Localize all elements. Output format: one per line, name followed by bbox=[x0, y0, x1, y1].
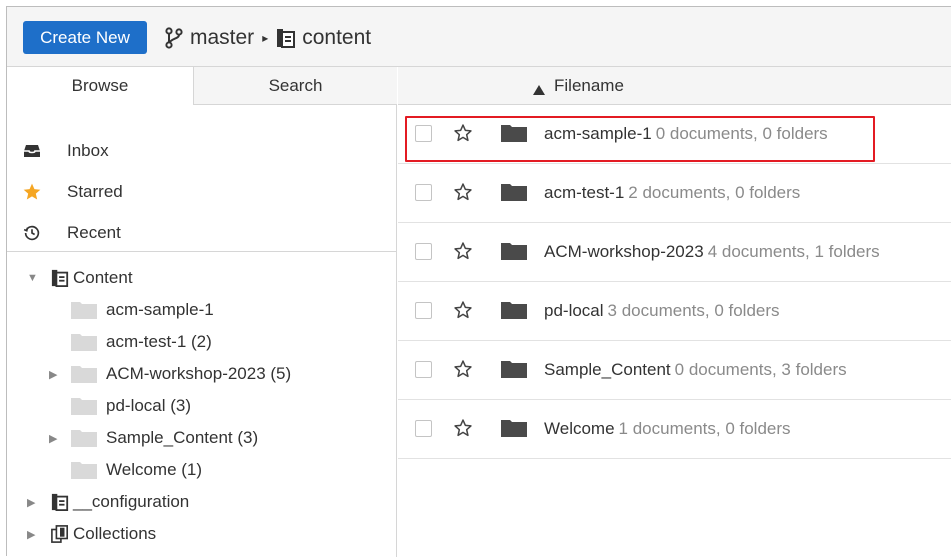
row-checkbox[interactable] bbox=[415, 184, 432, 201]
table-row[interactable]: pd-local 3 documents, 0 folders bbox=[398, 282, 951, 341]
tree-node-folder[interactable]: ▶ ACM-workshop-2023 (5) bbox=[49, 359, 389, 389]
breadcrumb-branch[interactable]: master bbox=[190, 26, 254, 50]
top-toolbar: Create New master ▸ content bbox=[7, 7, 951, 67]
sidebar: Browse Search Inbox Starred Recent ▼ Con… bbox=[7, 67, 397, 557]
row-checkbox[interactable] bbox=[415, 302, 432, 319]
caret-right-icon[interactable]: ▶ bbox=[27, 528, 39, 541]
content-repo-icon bbox=[51, 492, 69, 512]
tree-node-folder[interactable]: acm-sample-1 bbox=[49, 295, 389, 325]
collections-icon bbox=[51, 524, 69, 544]
tree-node-label: acm-sample-1 bbox=[106, 300, 214, 319]
folder-icon bbox=[501, 183, 527, 206]
row-meta: 1 documents, 0 folders bbox=[618, 419, 791, 438]
row-filename[interactable]: ACM-workshop-2023 bbox=[544, 242, 704, 261]
sidebar-item-label: Recent bbox=[67, 223, 121, 242]
table-row[interactable]: Sample_Content 0 documents, 3 folders bbox=[398, 341, 951, 400]
tree-node-configuration[interactable]: ▶ __configuration bbox=[27, 487, 387, 517]
breadcrumb-separator: ▸ bbox=[262, 30, 269, 45]
table-row[interactable]: Welcome 1 documents, 0 folders bbox=[398, 400, 951, 459]
sidebar-item-recent[interactable]: Recent bbox=[7, 213, 397, 253]
tree-node-folder[interactable]: pd-local (3) bbox=[49, 391, 389, 421]
content-repo-icon bbox=[276, 27, 296, 49]
folder-icon bbox=[501, 301, 527, 324]
tree-node-label: Sample_Content (3) bbox=[106, 428, 259, 447]
folder-icon bbox=[501, 419, 527, 442]
branch-icon bbox=[164, 26, 184, 49]
folder-icon bbox=[71, 301, 97, 319]
tree-node-label: acm-test-1 (2) bbox=[106, 332, 212, 351]
sidebar-item-label: Inbox bbox=[67, 141, 109, 160]
tree-node-label: __configuration bbox=[73, 492, 190, 511]
row-filename[interactable]: Sample_Content bbox=[544, 360, 671, 379]
tree-node-folder[interactable]: ▶ Sample_Content (3) bbox=[49, 423, 389, 453]
sidebar-tabs: Browse Search bbox=[7, 67, 397, 105]
folder-icon bbox=[71, 333, 97, 351]
app-window: Create New master ▸ content Browse Searc… bbox=[6, 6, 951, 557]
row-meta: 0 documents, 0 folders bbox=[655, 124, 828, 143]
tree-node-label: ACM-workshop-2023 (5) bbox=[106, 364, 292, 383]
row-checkbox[interactable] bbox=[415, 243, 432, 260]
star-outline-icon[interactable] bbox=[453, 182, 473, 207]
row-filename[interactable]: pd-local bbox=[544, 301, 604, 320]
table-row[interactable]: acm-sample-1 0 documents, 0 folders bbox=[398, 105, 951, 164]
folder-icon bbox=[71, 365, 97, 383]
row-filename[interactable]: acm-sample-1 bbox=[544, 124, 652, 143]
breadcrumb: master ▸ content bbox=[164, 21, 371, 54]
sidebar-divider bbox=[7, 251, 397, 252]
row-meta: 3 documents, 0 folders bbox=[607, 301, 780, 320]
folder-icon bbox=[501, 360, 527, 383]
sidebar-item-starred[interactable]: Starred bbox=[7, 172, 397, 212]
caret-right-icon[interactable]: ▶ bbox=[49, 432, 61, 445]
table-row[interactable]: ACM-workshop-2023 4 documents, 1 folders bbox=[398, 223, 951, 282]
inbox-icon bbox=[21, 140, 43, 162]
content-repo-icon bbox=[51, 268, 69, 288]
tree-node-folder[interactable]: Welcome (1) bbox=[49, 455, 389, 485]
folder-icon bbox=[71, 397, 97, 415]
row-checkbox[interactable] bbox=[415, 125, 432, 142]
create-new-button[interactable]: Create New bbox=[23, 21, 147, 54]
row-checkbox[interactable] bbox=[415, 420, 432, 437]
row-meta: 2 documents, 0 folders bbox=[628, 183, 801, 202]
tree-node-content[interactable]: ▼ Content bbox=[27, 263, 387, 293]
tab-browse[interactable]: Browse bbox=[7, 67, 194, 105]
star-outline-icon[interactable] bbox=[453, 418, 473, 443]
sort-ascending-icon bbox=[533, 80, 545, 100]
tree-node-label: Content bbox=[73, 268, 133, 287]
row-filename[interactable]: acm-test-1 bbox=[544, 183, 624, 202]
caret-right-icon[interactable]: ▶ bbox=[27, 496, 39, 509]
star-outline-icon[interactable] bbox=[453, 300, 473, 325]
folder-icon bbox=[71, 429, 97, 447]
tree-node-folder[interactable]: acm-test-1 (2) bbox=[49, 327, 389, 357]
row-filename[interactable]: Welcome bbox=[544, 419, 615, 438]
tree-node-collections[interactable]: ▶ Collections bbox=[27, 519, 387, 549]
caret-down-icon[interactable]: ▼ bbox=[27, 272, 39, 284]
tree-node-label: pd-local (3) bbox=[106, 396, 192, 415]
file-list-panel: Filename acm-sample-1 0 documents, 0 fold… bbox=[398, 67, 951, 557]
folder-icon bbox=[501, 124, 527, 147]
caret-right-icon[interactable]: ▶ bbox=[49, 368, 61, 381]
row-meta: 4 documents, 1 folders bbox=[707, 242, 880, 261]
row-meta: 0 documents, 3 folders bbox=[674, 360, 847, 379]
tab-search[interactable]: Search bbox=[194, 67, 397, 105]
star-outline-icon[interactable] bbox=[453, 359, 473, 384]
breadcrumb-location[interactable]: content bbox=[302, 26, 371, 50]
tree-node-label: Collections bbox=[73, 524, 157, 543]
star-outline-icon[interactable] bbox=[453, 241, 473, 266]
row-checkbox[interactable] bbox=[415, 361, 432, 378]
column-label: Filename bbox=[554, 75, 624, 95]
table-row[interactable]: acm-test-1 2 documents, 0 folders bbox=[398, 164, 951, 223]
history-icon bbox=[21, 222, 43, 244]
star-outline-icon[interactable] bbox=[453, 123, 473, 148]
column-header-filename[interactable]: Filename bbox=[398, 67, 951, 105]
star-icon bbox=[21, 181, 43, 203]
tree-node-label: Welcome (1) bbox=[106, 460, 203, 479]
folder-icon bbox=[71, 461, 97, 479]
sidebar-item-label: Starred bbox=[67, 182, 123, 201]
sidebar-item-inbox[interactable]: Inbox bbox=[7, 131, 397, 171]
folder-icon bbox=[501, 242, 527, 265]
